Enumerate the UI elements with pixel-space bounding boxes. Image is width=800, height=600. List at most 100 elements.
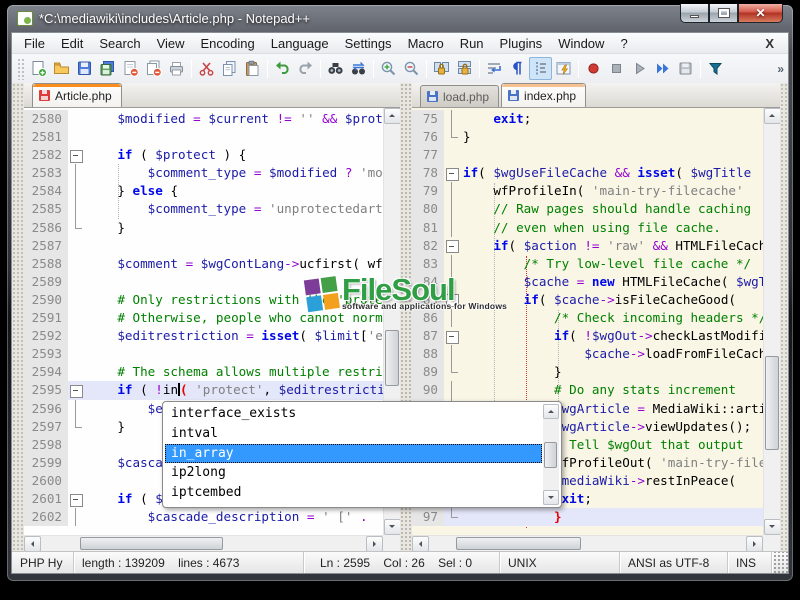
undo-icon[interactable] bbox=[271, 57, 294, 80]
indent-guide-icon[interactable] bbox=[529, 57, 552, 80]
tab-index-php[interactable]: index.php bbox=[501, 83, 586, 107]
menu-file[interactable]: File bbox=[16, 34, 53, 53]
scroll-right-button[interactable] bbox=[746, 536, 763, 551]
replace-icon[interactable] bbox=[347, 57, 370, 80]
minimize-button[interactable] bbox=[680, 4, 709, 23]
playback-icon[interactable] bbox=[628, 57, 651, 80]
start-recording-icon[interactable] bbox=[582, 57, 605, 80]
scroll-left-button[interactable] bbox=[412, 536, 429, 551]
menu-encoding[interactable]: Encoding bbox=[193, 34, 263, 53]
scroll-thumb[interactable] bbox=[544, 442, 557, 468]
zoom-out-icon[interactable] bbox=[400, 57, 423, 80]
fold-collapse-icon[interactable] bbox=[444, 291, 460, 309]
code-line[interactable]: 85 if( $cache->isFileCacheGood( bbox=[412, 291, 763, 309]
word-wrap-icon[interactable] bbox=[483, 57, 506, 80]
redo-icon[interactable] bbox=[294, 57, 317, 80]
fold-collapse-icon[interactable] bbox=[68, 381, 84, 399]
new-file-icon[interactable] bbox=[27, 57, 50, 80]
scroll-thumb[interactable] bbox=[765, 356, 779, 450]
menu-window[interactable]: Window bbox=[550, 34, 612, 53]
code-line[interactable]: 97 } bbox=[412, 508, 763, 526]
autocomplete-item[interactable]: iptcembed bbox=[165, 483, 542, 503]
code-line[interactable]: 90 # Do any stats increment bbox=[412, 381, 763, 399]
autocomplete-item[interactable]: ip2long bbox=[165, 463, 542, 483]
cut-icon[interactable] bbox=[195, 57, 218, 80]
toolbar-overflow-chevron[interactable]: » bbox=[777, 62, 788, 76]
menu-run[interactable]: Run bbox=[452, 34, 492, 53]
code-line[interactable]: 88 $cache->loadFromFileCache(); bbox=[412, 345, 763, 363]
show-all-characters-icon[interactable] bbox=[506, 57, 529, 80]
open-file-icon[interactable] bbox=[50, 57, 73, 80]
scroll-up-button[interactable] bbox=[384, 108, 400, 124]
code-line[interactable]: 2594 # The schema allows multiple restri… bbox=[24, 363, 383, 381]
code-line[interactable]: 2593 bbox=[24, 345, 383, 363]
run-macro-multiple-icon[interactable] bbox=[651, 57, 674, 80]
tab-article-php[interactable]: Article.php bbox=[32, 83, 122, 107]
code-line[interactable]: 2586 } bbox=[24, 219, 383, 237]
code-line[interactable]: 2583 $comment_type = $modified ? 'modifi… bbox=[24, 164, 383, 182]
code-line[interactable]: 2580 $modified = $current != '' && $prot… bbox=[24, 110, 383, 128]
fold-collapse-icon[interactable] bbox=[68, 490, 84, 508]
scroll-thumb[interactable] bbox=[456, 537, 581, 550]
code-line[interactable]: 2602 $cascade_description = ' [' . bbox=[24, 508, 383, 526]
resize-grip[interactable] bbox=[772, 552, 788, 573]
save-icon[interactable] bbox=[73, 57, 96, 80]
fold-collapse-icon[interactable] bbox=[444, 327, 460, 345]
autocomplete-item[interactable]: intval bbox=[165, 424, 542, 444]
toolbar-gripper[interactable] bbox=[17, 58, 24, 80]
menu-help[interactable]: ? bbox=[612, 34, 635, 53]
save-all-icon[interactable] bbox=[96, 57, 119, 80]
code-line[interactable]: 86 /* Check incoming headers */ bbox=[412, 309, 763, 327]
scroll-thumb[interactable] bbox=[80, 537, 223, 550]
scroll-up-button[interactable] bbox=[764, 108, 780, 124]
sync-vertical-scroll-icon[interactable] bbox=[430, 57, 453, 80]
code-line[interactable]: 2589 bbox=[24, 273, 383, 291]
menu-plugins[interactable]: Plugins bbox=[492, 34, 551, 53]
code-line[interactable]: 84 $cache = new HTMLFileCache( $wgTitle bbox=[412, 273, 763, 291]
menu-macro[interactable]: Macro bbox=[400, 34, 452, 53]
scroll-down-button[interactable] bbox=[384, 519, 400, 535]
maximize-button[interactable] bbox=[709, 4, 738, 23]
scroll-down-button[interactable] bbox=[764, 519, 780, 535]
code-line[interactable]: 81 // even when using file cache. bbox=[412, 219, 763, 237]
menu-view[interactable]: View bbox=[149, 34, 193, 53]
code-line[interactable]: 2582 if ( $protect ) { bbox=[24, 146, 383, 164]
copy-icon[interactable] bbox=[218, 57, 241, 80]
close-document-x[interactable]: X bbox=[755, 36, 784, 51]
close-all-icon[interactable] bbox=[142, 57, 165, 80]
scroll-up-button[interactable] bbox=[543, 404, 559, 419]
sync-horizontal-scroll-icon[interactable] bbox=[453, 57, 476, 80]
status-typing-mode[interactable]: INS bbox=[728, 552, 772, 573]
code-line[interactable]: 87 if( !$wgOut->checkLastModified( bbox=[412, 327, 763, 345]
paste-icon[interactable] bbox=[241, 57, 264, 80]
horizontal-scrollbar-left[interactable] bbox=[24, 535, 400, 551]
title-bar[interactable]: *C:\mediawiki\includes\Article.php - Not… bbox=[7, 5, 793, 32]
code-line[interactable]: 2592 $editrestriction = isset( $limit['e… bbox=[24, 327, 383, 345]
code-line[interactable]: 89 } bbox=[412, 363, 763, 381]
autocomplete-item[interactable]: interface_exists bbox=[165, 404, 542, 424]
code-line[interactable]: 82 if( $action != 'raw' && HTMLFileCache bbox=[412, 237, 763, 255]
scroll-thumb[interactable] bbox=[385, 330, 399, 386]
status-encoding[interactable]: ANSI as UTF-8 bbox=[620, 552, 728, 573]
textfx-icon[interactable] bbox=[704, 57, 727, 80]
fold-collapse-icon[interactable] bbox=[444, 237, 460, 255]
save-macro-icon[interactable] bbox=[674, 57, 697, 80]
popup-scrollbar[interactable] bbox=[543, 404, 559, 505]
code-line[interactable]: 2591 # Otherwise, people who cannot norm… bbox=[24, 309, 383, 327]
code-line[interactable]: 2581 bbox=[24, 128, 383, 146]
code-line[interactable]: 2584 } else { bbox=[24, 182, 383, 200]
menu-language[interactable]: Language bbox=[263, 34, 337, 53]
fold-collapse-icon[interactable] bbox=[68, 146, 84, 164]
code-line[interactable]: 78if( $wgUseFileCache && isset( $wgTitle bbox=[412, 164, 763, 182]
code-line[interactable]: 77 bbox=[412, 146, 763, 164]
menu-edit[interactable]: Edit bbox=[53, 34, 91, 53]
menu-search[interactable]: Search bbox=[91, 34, 148, 53]
code-line[interactable]: 2590 # Only restrictions with the 'prote… bbox=[24, 291, 383, 309]
horizontal-scrollbar-right[interactable] bbox=[412, 535, 780, 551]
fold-collapse-icon[interactable] bbox=[444, 164, 460, 182]
scroll-right-button[interactable] bbox=[366, 536, 383, 551]
code-line[interactable]: 79 wfProfileIn( 'main-try-filecache' bbox=[412, 182, 763, 200]
vertical-scrollbar-right[interactable] bbox=[763, 108, 780, 535]
close-file-icon[interactable] bbox=[119, 57, 142, 80]
code-line[interactable]: 83 /* Try low-level file cache */ bbox=[412, 255, 763, 273]
